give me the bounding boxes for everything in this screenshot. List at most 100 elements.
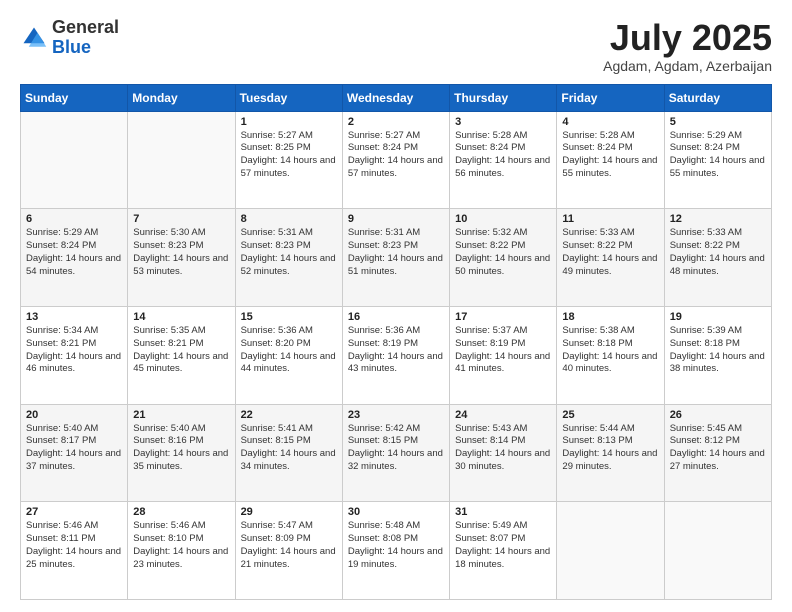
calendar-cell: 25 Sunrise: 5:44 AMSunset: 8:13 PMDayligh… (557, 404, 664, 502)
calendar-cell: 10 Sunrise: 5:32 AMSunset: 8:22 PMDayligh… (450, 209, 557, 307)
day-number: 10 (455, 213, 551, 225)
calendar-cell: 20 Sunrise: 5:40 AMSunset: 8:17 PMDayligh… (21, 404, 128, 502)
col-wednesday: Wednesday (342, 84, 449, 111)
day-number: 22 (241, 409, 337, 421)
calendar-cell: 18Sunrise: 5:38 AMSunset: 8:18 PMDayligh… (557, 306, 664, 404)
day-number: 2 (348, 116, 444, 128)
day-number: 28 (133, 506, 229, 518)
day-number: 20 (26, 409, 122, 421)
day-number: 15 (241, 311, 337, 323)
col-tuesday: Tuesday (235, 84, 342, 111)
day-info: Sunrise: 5:27 AMSunset: 8:24 PMDaylight:… (348, 130, 444, 181)
day-info: Sunrise: 5:28 AMSunset: 8:24 PMDaylight:… (562, 130, 658, 181)
col-saturday: Saturday (664, 84, 771, 111)
calendar-cell: 7 Sunrise: 5:30 AMSunset: 8:23 PMDaylight… (128, 209, 235, 307)
calendar-week-row: 13 Sunrise: 5:34 AMSunset: 8:21 PMDayligh… (21, 306, 772, 404)
day-number: 13 (26, 311, 122, 323)
day-number: 6 (26, 213, 122, 225)
day-info: Sunrise: 5:32 AMSunset: 8:22 PMDaylight:… (455, 227, 551, 278)
calendar-cell (557, 502, 664, 600)
calendar-table: Sunday Monday Tuesday Wednesday Thursday… (20, 84, 772, 600)
day-info: Sunrise: 5:28 AMSunset: 8:24 PMDaylight:… (455, 130, 551, 181)
calendar-cell: 4 Sunrise: 5:28 AMSunset: 8:24 PMDaylight… (557, 111, 664, 209)
calendar-week-row: 20 Sunrise: 5:40 AMSunset: 8:17 PMDayligh… (21, 404, 772, 502)
calendar-cell: 8Sunrise: 5:31 AMSunset: 8:23 PMDaylight… (235, 209, 342, 307)
page: General Blue July 2025 Agdam, Agdam, Aze… (0, 0, 792, 612)
day-info: Sunrise: 5:33 AMSunset: 8:22 PMDaylight:… (670, 227, 766, 278)
calendar-cell: 28 Sunrise: 5:46 AMSunset: 8:10 PMDayligh… (128, 502, 235, 600)
calendar-cell: 24 Sunrise: 5:43 AMSunset: 8:14 PMDayligh… (450, 404, 557, 502)
day-info: Sunrise: 5:45 AMSunset: 8:12 PMDaylight:… (670, 423, 766, 474)
calendar-cell: 31Sunrise: 5:49 AMSunset: 8:07 PMDayligh… (450, 502, 557, 600)
day-number: 30 (348, 506, 444, 518)
day-number: 17 (455, 311, 551, 323)
calendar-cell: 30 Sunrise: 5:48 AMSunset: 8:08 PMDayligh… (342, 502, 449, 600)
day-number: 23 (348, 409, 444, 421)
col-friday: Friday (557, 84, 664, 111)
day-number: 9 (348, 213, 444, 225)
calendar-cell: 6 Sunrise: 5:29 AMSunset: 8:24 PMDaylight… (21, 209, 128, 307)
calendar-week-row: 1 Sunrise: 5:27 AMSunset: 8:25 PMDaylight… (21, 111, 772, 209)
day-info: Sunrise: 5:44 AMSunset: 8:13 PMDaylight:… (562, 423, 658, 474)
day-info: Sunrise: 5:39 AMSunset: 8:18 PMDaylight:… (670, 325, 766, 376)
day-number: 7 (133, 213, 229, 225)
calendar-cell: 16Sunrise: 5:36 AMSunset: 8:19 PMDayligh… (342, 306, 449, 404)
calendar-cell: 27 Sunrise: 5:46 AMSunset: 8:11 PMDayligh… (21, 502, 128, 600)
day-info: Sunrise: 5:30 AMSunset: 8:23 PMDaylight:… (133, 227, 229, 278)
day-info: Sunrise: 5:48 AMSunset: 8:08 PMDaylight:… (348, 520, 444, 571)
day-number: 11 (562, 213, 658, 225)
day-info: Sunrise: 5:46 AMSunset: 8:11 PMDaylight:… (26, 520, 122, 571)
calendar-cell: 26Sunrise: 5:45 AMSunset: 8:12 PMDayligh… (664, 404, 771, 502)
day-info: Sunrise: 5:46 AMSunset: 8:10 PMDaylight:… (133, 520, 229, 571)
day-number: 1 (241, 116, 337, 128)
day-number: 4 (562, 116, 658, 128)
col-thursday: Thursday (450, 84, 557, 111)
logo: General Blue (20, 18, 119, 58)
day-info: Sunrise: 5:43 AMSunset: 8:14 PMDaylight:… (455, 423, 551, 474)
day-number: 31 (455, 506, 551, 518)
col-monday: Monday (128, 84, 235, 111)
header: General Blue July 2025 Agdam, Agdam, Aze… (20, 18, 772, 74)
day-info: Sunrise: 5:47 AMSunset: 8:09 PMDaylight:… (241, 520, 337, 571)
day-number: 29 (241, 506, 337, 518)
calendar-cell: 21Sunrise: 5:40 AMSunset: 8:16 PMDayligh… (128, 404, 235, 502)
day-number: 25 (562, 409, 658, 421)
calendar-cell (128, 111, 235, 209)
calendar-cell: 29 Sunrise: 5:47 AMSunset: 8:09 PMDayligh… (235, 502, 342, 600)
day-info: Sunrise: 5:27 AMSunset: 8:25 PMDaylight:… (241, 130, 337, 181)
day-info: Sunrise: 5:35 AMSunset: 8:21 PMDaylight:… (133, 325, 229, 376)
calendar-cell: 9 Sunrise: 5:31 AMSunset: 8:23 PMDaylight… (342, 209, 449, 307)
day-info: Sunrise: 5:34 AMSunset: 8:21 PMDaylight:… (26, 325, 122, 376)
day-info: Sunrise: 5:41 AMSunset: 8:15 PMDaylight:… (241, 423, 337, 474)
day-info: Sunrise: 5:29 AMSunset: 8:24 PMDaylight:… (26, 227, 122, 278)
calendar-week-row: 27 Sunrise: 5:46 AMSunset: 8:11 PMDayligh… (21, 502, 772, 600)
day-number: 3 (455, 116, 551, 128)
day-info: Sunrise: 5:38 AMSunset: 8:18 PMDaylight:… (562, 325, 658, 376)
day-number: 8 (241, 213, 337, 225)
calendar-cell: 14Sunrise: 5:35 AMSunset: 8:21 PMDayligh… (128, 306, 235, 404)
calendar-cell: 22 Sunrise: 5:41 AMSunset: 8:15 PMDayligh… (235, 404, 342, 502)
calendar-cell: 19Sunrise: 5:39 AMSunset: 8:18 PMDayligh… (664, 306, 771, 404)
logo-general-text: General (52, 17, 119, 37)
calendar-cell: 15 Sunrise: 5:36 AMSunset: 8:20 PMDayligh… (235, 306, 342, 404)
location-subtitle: Agdam, Agdam, Azerbaijan (603, 58, 772, 74)
calendar-cell: 1 Sunrise: 5:27 AMSunset: 8:25 PMDaylight… (235, 111, 342, 209)
day-info: Sunrise: 5:37 AMSunset: 8:19 PMDaylight:… (455, 325, 551, 376)
day-number: 27 (26, 506, 122, 518)
day-info: Sunrise: 5:36 AMSunset: 8:20 PMDaylight:… (241, 325, 337, 376)
day-info: Sunrise: 5:29 AMSunset: 8:24 PMDaylight:… (670, 130, 766, 181)
calendar-cell: 3 Sunrise: 5:28 AMSunset: 8:24 PMDaylight… (450, 111, 557, 209)
day-info: Sunrise: 5:40 AMSunset: 8:17 PMDaylight:… (26, 423, 122, 474)
day-number: 12 (670, 213, 766, 225)
calendar-cell (664, 502, 771, 600)
day-number: 5 (670, 116, 766, 128)
calendar-cell: 12 Sunrise: 5:33 AMSunset: 8:22 PMDayligh… (664, 209, 771, 307)
day-number: 21 (133, 409, 229, 421)
day-number: 24 (455, 409, 551, 421)
calendar-cell: 11Sunrise: 5:33 AMSunset: 8:22 PMDayligh… (557, 209, 664, 307)
day-info: Sunrise: 5:31 AMSunset: 8:23 PMDaylight:… (348, 227, 444, 278)
calendar-cell: 13 Sunrise: 5:34 AMSunset: 8:21 PMDayligh… (21, 306, 128, 404)
calendar-cell (21, 111, 128, 209)
title-block: July 2025 Agdam, Agdam, Azerbaijan (603, 18, 772, 74)
logo-icon (20, 24, 48, 52)
